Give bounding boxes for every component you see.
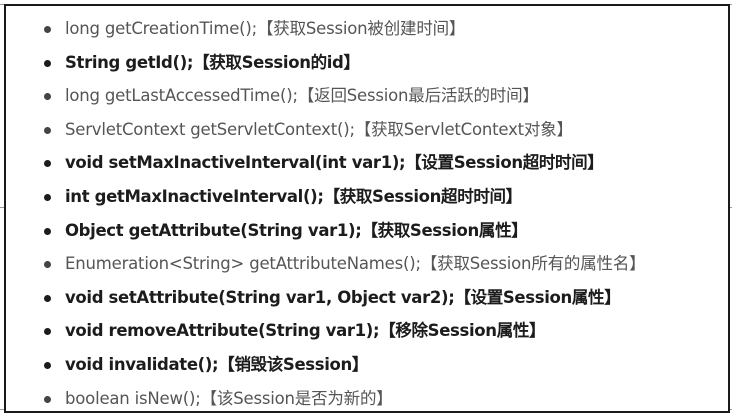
method-text: int getMaxInactiveInterval();【获取Session超… <box>65 186 522 206</box>
bullet-icon <box>44 160 51 168</box>
method-text: Object getAttribute(String var1);【获取Sess… <box>65 220 528 240</box>
list-item: long getCreationTime();【获取Session被创建时间】 <box>6 12 728 46</box>
list-item: void removeAttribute(String var1);【移除Ses… <box>6 314 728 348</box>
list-item: long getLastAccessedTime();【返回Session最后活… <box>6 79 728 113</box>
list-item: boolean isNew();【该Session是否为新的】 <box>6 382 728 415</box>
bullet-icon <box>44 193 51 201</box>
list-item: void setMaxInactiveInterval(int var1);【设… <box>6 146 728 180</box>
list-item: Object getAttribute(String var1);【获取Sess… <box>6 214 728 248</box>
method-text: boolean isNew();【该Session是否为新的】 <box>65 388 393 408</box>
bullet-icon <box>44 361 51 369</box>
method-list-frame: long getCreationTime();【获取Session被创建时间】 … <box>4 4 730 413</box>
list-item: String getId();【获取Session的id】 <box>6 46 728 80</box>
bullet-icon <box>44 26 51 33</box>
method-list: long getCreationTime();【获取Session被创建时间】 … <box>6 12 728 415</box>
bullet-icon <box>44 395 51 403</box>
method-text: void setAttribute(String var1, Object va… <box>65 287 621 307</box>
bullet-icon <box>44 227 51 235</box>
list-item: int getMaxInactiveInterval();【获取Session超… <box>6 180 728 214</box>
method-text: void invalidate();【销毁该Session】 <box>65 354 369 374</box>
list-item: void invalidate();【销毁该Session】 <box>6 348 728 382</box>
method-text: String getId();【获取Session的id】 <box>65 52 360 72</box>
method-text: long getLastAccessedTime();【返回Session最后活… <box>65 86 539 106</box>
method-text: void removeAttribute(String var1);【移除Ses… <box>65 321 546 341</box>
method-text: long getCreationTime();【获取Session被创建时间】 <box>65 19 466 38</box>
list-item: Enumeration<String> getAttributeNames();… <box>6 247 728 281</box>
bullet-icon <box>44 328 51 336</box>
bullet-icon <box>44 126 51 134</box>
bullet-icon <box>44 59 51 67</box>
list-item: void setAttribute(String var1, Object va… <box>6 281 728 315</box>
method-text: ServletContext getServletContext();【获取Se… <box>65 119 573 139</box>
list-item: ServletContext getServletContext();【获取Se… <box>6 113 728 147</box>
bullet-icon <box>44 294 51 302</box>
bullet-icon <box>44 93 51 101</box>
method-text: Enumeration<String> getAttributeNames();… <box>65 254 646 274</box>
bullet-icon <box>44 261 51 269</box>
method-text: void setMaxInactiveInterval(int var1);【设… <box>65 153 604 173</box>
